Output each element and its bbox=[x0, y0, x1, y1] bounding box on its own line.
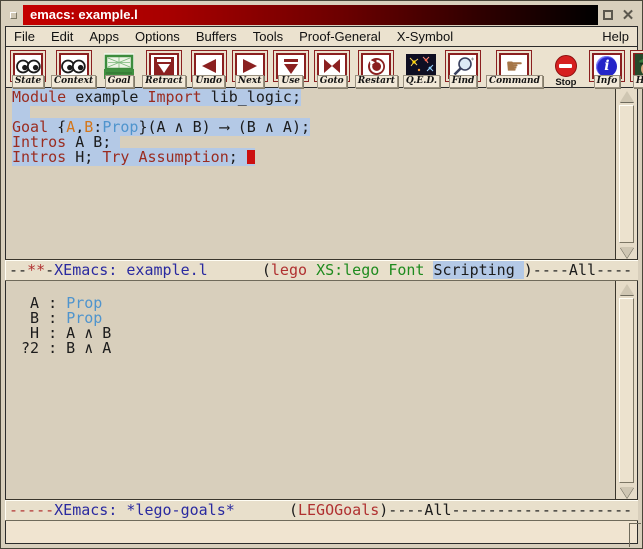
text-segment: ; bbox=[229, 148, 247, 166]
menu-item-edit[interactable]: Edit bbox=[43, 29, 81, 44]
goals-buffer[interactable]: A : Prop B : Prop H : A ∧ B ?2 : B ∧ A bbox=[6, 281, 615, 500]
toolbar-button-next[interactable]: Next bbox=[232, 50, 268, 88]
text-segment: ?2 : B ∧ A bbox=[12, 339, 111, 357]
maximize-button[interactable] bbox=[598, 5, 618, 25]
toolbar-button-restart[interactable]: Restart bbox=[355, 50, 398, 88]
menu-item-buffers[interactable]: Buffers bbox=[188, 29, 245, 44]
script-window: Module example Import lib_logic; Goal {A… bbox=[5, 88, 638, 260]
toolbar-button-goto[interactable]: Goto bbox=[314, 50, 350, 88]
text-segment: Scripting bbox=[433, 261, 523, 279]
xemacs-window: emacs: example.l ✕ FileEditAppsOptionsBu… bbox=[0, 0, 643, 549]
text-segment bbox=[379, 261, 388, 279]
toolbar-button-command[interactable]: ☛Command bbox=[486, 50, 543, 88]
window-menu-dot-icon[interactable] bbox=[10, 12, 17, 19]
menu-item-apps[interactable]: Apps bbox=[81, 29, 127, 44]
scroll-up-icon[interactable] bbox=[618, 90, 635, 102]
buffer-line: A : Prop bbox=[12, 296, 615, 311]
toolbar-button-label: Use bbox=[278, 75, 303, 88]
toolbar-button-label: Retract bbox=[142, 75, 186, 88]
scrollbar-thumb[interactable] bbox=[619, 105, 634, 243]
toolbar: State Context Goal Retract Undo Next Use Goto Re… bbox=[5, 47, 638, 88]
menu-item-help[interactable]: Help bbox=[594, 29, 637, 44]
resize-corner[interactable] bbox=[629, 523, 641, 547]
menu-item-tools[interactable]: Tools bbox=[245, 29, 291, 44]
text-segment: XS:lego bbox=[316, 261, 379, 279]
text-segment: XEmacs: *lego-goals* bbox=[54, 501, 235, 519]
toolbar-button-retract[interactable]: Retract bbox=[142, 50, 186, 88]
text-segment: H; bbox=[66, 148, 102, 166]
toolbar-button-label: Info bbox=[594, 75, 621, 88]
text-segment: lego bbox=[271, 261, 307, 279]
text-segment: - bbox=[45, 261, 54, 279]
toolbar-button-stop[interactable]: Stop bbox=[548, 50, 584, 89]
menu-item-options[interactable]: Options bbox=[127, 29, 188, 44]
text-segment: example bbox=[66, 88, 147, 106]
toolbar-button-context[interactable]: Context bbox=[51, 50, 96, 88]
toolbar-button-label: Q.E.D. bbox=[403, 75, 440, 88]
toolbar-button-label: Next bbox=[235, 75, 264, 88]
text-segment: ----- bbox=[9, 501, 54, 519]
toolbar-button-help[interactable]: Help bbox=[630, 50, 643, 88]
toolbar-button-label: Context bbox=[51, 75, 96, 88]
toolbar-button-label: Command bbox=[486, 75, 543, 88]
text-segment: XEmacs: example.l bbox=[54, 261, 208, 279]
window-title: emacs: example.l bbox=[23, 5, 598, 25]
text-segment bbox=[307, 261, 316, 279]
text-segment: Font bbox=[388, 261, 424, 279]
toolbar-button-qed[interactable]: Q.E.D. bbox=[403, 50, 440, 88]
close-button[interactable]: ✕ bbox=[618, 5, 638, 25]
scroll-up-icon[interactable] bbox=[618, 283, 635, 295]
no-entry-icon bbox=[551, 53, 581, 79]
minibuffer[interactable] bbox=[5, 521, 638, 544]
titlebar[interactable]: emacs: example.l ✕ bbox=[5, 4, 638, 26]
text-segment: ( bbox=[235, 501, 298, 519]
goals-modeline: -----XEmacs: *lego-goals* (LEGOGoals)---… bbox=[5, 500, 638, 521]
buffer-line: ?2 : B ∧ A bbox=[12, 341, 615, 356]
text-segment: )----All-------------------- bbox=[379, 501, 632, 519]
text-segment: Intros bbox=[12, 148, 66, 166]
toolbar-button-goal[interactable]: Goal bbox=[101, 50, 137, 88]
text-segment: )----All---- bbox=[524, 261, 632, 279]
toolbar-button-label: Goal bbox=[105, 75, 134, 88]
goals-scrollbar[interactable] bbox=[615, 281, 637, 500]
buffer-line: Intros H; Try Assumption; bbox=[12, 150, 615, 165]
scrollbar-thumb[interactable] bbox=[619, 298, 634, 483]
goals-window: A : Prop B : Prop H : A ∧ B ?2 : B ∧ A bbox=[5, 281, 638, 500]
text-segment: lib_logic; bbox=[202, 88, 301, 106]
script-scrollbar[interactable] bbox=[615, 88, 637, 260]
toolbar-button-label: Find bbox=[449, 75, 478, 88]
menu-item-x-symbol[interactable]: X-Symbol bbox=[389, 29, 461, 44]
toolbar-button-label: Goto bbox=[317, 75, 347, 88]
maximize-icon bbox=[603, 10, 613, 20]
text-segment: Import bbox=[147, 88, 201, 106]
text-segment: LEGOGoals bbox=[298, 501, 379, 519]
toolbar-button-label: Restart bbox=[355, 75, 398, 88]
text-segment: Try bbox=[102, 148, 129, 166]
script-buffer[interactable]: Module example Import lib_logic; Goal {A… bbox=[6, 88, 615, 260]
toolbar-button-label: Help bbox=[633, 75, 643, 88]
text-segment: ( bbox=[208, 261, 271, 279]
text-segment: Assumption bbox=[138, 148, 228, 166]
toolbar-button-label: Undo bbox=[192, 75, 225, 88]
toolbar-button-info[interactable]: iInfo bbox=[589, 50, 625, 88]
text-cursor bbox=[247, 150, 255, 164]
toolbar-button-undo[interactable]: Undo bbox=[191, 50, 227, 88]
scroll-down-icon[interactable] bbox=[618, 486, 635, 498]
buffer-line: Module example Import lib_logic; bbox=[12, 90, 615, 105]
toolbar-button-label: Stop bbox=[553, 77, 578, 89]
text-segment: ** bbox=[27, 261, 45, 279]
text-segment: -- bbox=[9, 261, 27, 279]
text-segment: }(A ∧ B) ⟶ (B ∧ A); bbox=[138, 118, 310, 136]
menu-item-file[interactable]: File bbox=[6, 29, 43, 44]
menu-item-proof-general[interactable]: Proof-General bbox=[291, 29, 389, 44]
script-modeline: --**-XEmacs: example.l (lego XS:lego Fon… bbox=[5, 260, 638, 281]
scroll-down-icon[interactable] bbox=[618, 246, 635, 258]
close-icon: ✕ bbox=[622, 8, 635, 23]
toolbar-button-use[interactable]: Use bbox=[273, 50, 309, 88]
menubar: FileEditAppsOptionsBuffersToolsProof-Gen… bbox=[5, 26, 638, 47]
toolbar-button-state[interactable]: State bbox=[10, 50, 46, 88]
toolbar-button-label: State bbox=[12, 75, 44, 88]
toolbar-button-find[interactable]: Find bbox=[445, 50, 481, 88]
